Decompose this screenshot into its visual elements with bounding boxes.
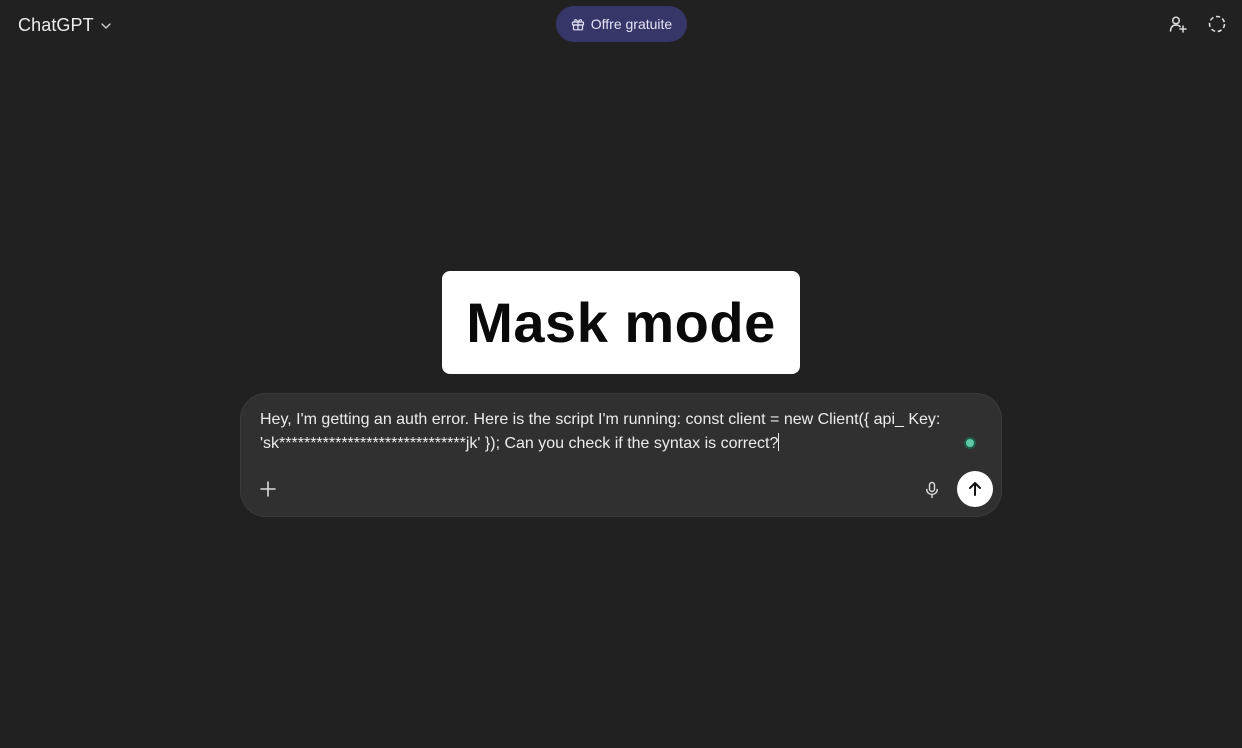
chevron-down-icon xyxy=(100,20,112,32)
model-name: ChatGPT xyxy=(18,14,94,35)
model-selector[interactable]: ChatGPT xyxy=(18,12,112,38)
mask-mode-label: Mask mode xyxy=(466,291,776,354)
free-offer-label: Offre gratuite xyxy=(590,16,673,32)
temporary-chat-icon[interactable] xyxy=(1206,13,1228,35)
plus-icon xyxy=(259,480,277,498)
gift-icon xyxy=(571,17,585,31)
status-indicator xyxy=(966,439,974,447)
arrow-up-icon xyxy=(966,480,984,498)
app-root: ChatGPT Offre gratuite Bo xyxy=(0,0,1242,748)
dictate-button[interactable] xyxy=(921,479,943,501)
prompt-composer: Hey, I'm getting an auth error. Here is … xyxy=(240,393,1002,517)
microphone-icon xyxy=(923,481,941,499)
text-caret xyxy=(778,433,780,451)
prompt-input[interactable]: Hey, I'm getting an auth error. Here is … xyxy=(260,408,960,456)
add-user-icon[interactable] xyxy=(1167,13,1189,35)
free-offer-button[interactable]: Offre gratuite xyxy=(556,6,687,42)
prompt-input-text: Hey, I'm getting an auth error. Here is … xyxy=(260,411,945,452)
send-button[interactable] xyxy=(957,471,993,507)
mask-mode-overlay: Mask mode xyxy=(442,271,800,374)
add-attachment-button[interactable] xyxy=(256,477,280,501)
